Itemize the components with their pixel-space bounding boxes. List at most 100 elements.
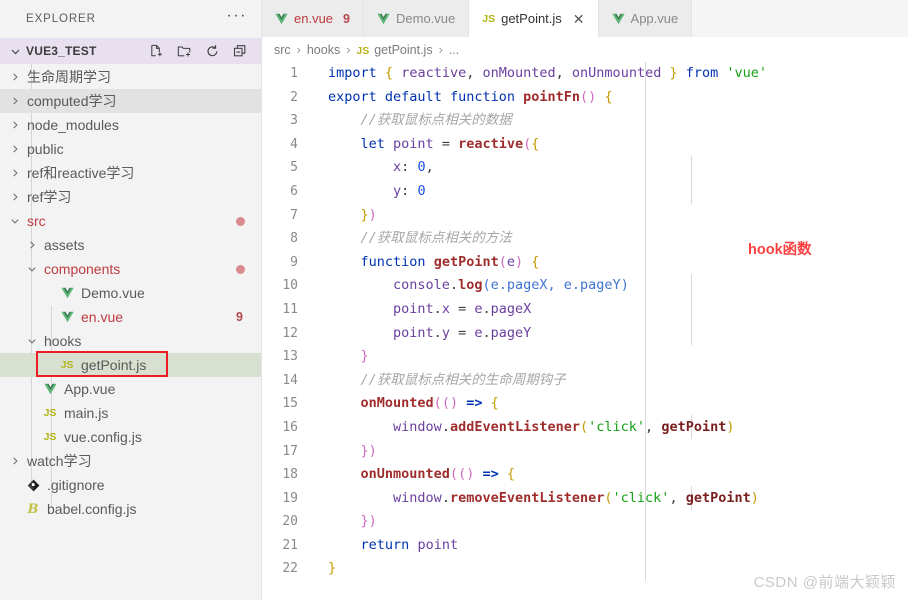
code-line[interactable]: 13 } — [262, 345, 908, 369]
code-token: ( — [498, 253, 507, 270]
tree-folder-hooks[interactable]: hooks — [0, 329, 261, 353]
chevron-right-icon[interactable] — [6, 72, 23, 82]
tree-folder-watch[interactable]: watch学习 — [0, 449, 261, 473]
tree-folder-node_modules[interactable]: node_modules — [0, 113, 261, 137]
code-line[interactable]: 11 point.x = e.pageX — [262, 298, 908, 322]
tree-file-babel.config.js[interactable]: Bbabel.config.js — [0, 497, 261, 521]
code-line[interactable]: 17 }) — [262, 440, 908, 464]
code-token: pageY — [490, 324, 532, 341]
code-line[interactable]: 6 y: 0 — [262, 180, 908, 204]
editor-tab-appvue[interactable]: App.vue — [598, 0, 693, 37]
tree-folder-src[interactable]: src — [0, 209, 261, 233]
breadcrumb[interactable]: src › hooks › JS getPoint.js ›... — [262, 37, 908, 62]
chevron-down-icon[interactable] — [23, 264, 40, 274]
tree-folder-assets[interactable]: assets — [0, 233, 261, 257]
tree-file-main.js[interactable]: JS main.js — [0, 401, 261, 425]
breadcrumb-segment[interactable]: hooks — [307, 43, 340, 57]
file-tree[interactable]: 生命周期学习 computed学习 node_modulespublic ref和re… — [0, 64, 261, 600]
code-line[interactable]: 14 //获取鼠标点相关的生命周期钩子 — [262, 369, 908, 393]
code-line[interactable]: 16 window.addEventListener('click', getP… — [262, 416, 908, 440]
tree-file-app.vue[interactable]: App.vue — [0, 377, 261, 401]
code-line[interactable]: 18 onUnmounted(() => { — [262, 463, 908, 487]
line-number: 3 — [290, 113, 298, 129]
code-line[interactable]: 1 import { reactive, onMounted, onUnmount… — [262, 62, 908, 86]
workspace-root-row[interactable]: VUE3_TEST — [0, 38, 261, 64]
code-token: 'click' — [588, 418, 646, 435]
chevron-right-icon[interactable] — [6, 144, 23, 154]
code-token: . — [449, 277, 459, 294]
tree-item-label: .gitignore — [47, 477, 105, 493]
code-token: , — [466, 65, 483, 81]
code-line[interactable]: 15 onMounted(() => { — [262, 392, 908, 416]
breadcrumb-segment[interactable]: getPoint.js — [374, 43, 432, 57]
chevron-down-icon[interactable] — [6, 42, 24, 60]
chevron-right-icon[interactable] — [6, 120, 23, 130]
line-number: 10 — [282, 278, 298, 294]
chevron-right-icon[interactable] — [23, 240, 40, 250]
code-line[interactable]: 3 //获取鼠标点相关的数据 — [262, 109, 908, 133]
tree-file-getpoint.js[interactable]: JS getPoint.js — [0, 353, 261, 377]
refresh-icon[interactable] — [204, 43, 221, 60]
tree-file-en.vue[interactable]: en.vue 9 — [0, 305, 261, 329]
code-line[interactable]: 5 x: 0, — [262, 156, 908, 180]
chevron-right-icon[interactable] — [6, 96, 23, 106]
tree-file-demo.vue[interactable]: Demo.vue — [0, 281, 261, 305]
chevron-right-icon[interactable] — [6, 192, 23, 202]
chevron-down-icon[interactable] — [6, 216, 23, 226]
code-line[interactable]: 19 window.removeEventListener('click', g… — [262, 487, 908, 511]
code-line[interactable]: 12 point.y = e.pageY — [262, 322, 908, 346]
tree-folder-components[interactable]: components — [0, 257, 261, 281]
tree-folder-refreactive[interactable]: ref和reactive学习 — [0, 161, 261, 185]
vue-icon — [377, 13, 390, 25]
code-line[interactable]: 10 console.log(e.pageX, e.pageY) — [262, 274, 908, 298]
breadcrumb-segment[interactable]: src — [274, 43, 291, 57]
code-token: onUnmounted — [571, 65, 662, 81]
annotation-label: hook函数 — [748, 242, 812, 258]
code-line[interactable]: 7 }) — [262, 204, 908, 228]
tree-folder-computed[interactable]: computed学习 — [0, 89, 261, 113]
code-editor[interactable]: 1 import { reactive, onMounted, onUnmount… — [262, 62, 908, 600]
code-token: pointFn — [523, 88, 581, 105]
tree-item-label: src — [27, 213, 46, 229]
code-token: = — [449, 300, 475, 317]
line-number: 19 — [282, 490, 298, 506]
code-token: getPoint — [685, 489, 751, 506]
workspace-name: VUE3_TEST — [26, 44, 97, 58]
new-folder-icon[interactable] — [176, 43, 193, 60]
tree-file-.gitignore[interactable]: .gitignore — [0, 473, 261, 497]
code-token: } — [360, 348, 369, 365]
explorer-sidebar: EXPLORER ··· VUE3_TEST 生命周期学习 computed学习… — [0, 0, 262, 600]
tree-item-label: computed学习 — [27, 93, 117, 109]
code-line[interactable]: 21 return point — [262, 534, 908, 558]
code-token: { — [604, 88, 613, 105]
editor-tabbar[interactable]: en.vue 9 Demo.vue JS getPoint.js ✕ App.vue — [262, 0, 908, 37]
editor-tab-envue[interactable]: en.vue 9 — [262, 0, 364, 37]
code-line[interactable]: 2 export default function pointFn() { — [262, 86, 908, 110]
tree-file-vue.config.js[interactable]: JS vue.config.js — [0, 425, 261, 449]
close-icon[interactable]: ✕ — [573, 12, 585, 26]
code-line-text: console.log(e.pageX, e.pageY) — [306, 274, 908, 298]
code-line[interactable]: 4 let point = reactive({ — [262, 133, 908, 157]
breadcrumb-segment[interactable]: ... — [449, 43, 459, 57]
tree-item-label: main.js — [64, 405, 109, 421]
editor-tab-getpointjs[interactable]: JS getPoint.js ✕ — [469, 0, 599, 37]
code-token: //获取鼠标点相关的方法 — [328, 230, 512, 247]
code-line[interactable]: 20 }) — [262, 510, 908, 534]
tree-folder-[interactable]: 生命周期学习 — [0, 65, 261, 89]
chevron-down-icon[interactable] — [23, 336, 40, 346]
editor-tab-demovue[interactable]: Demo.vue — [364, 0, 470, 37]
new-file-icon[interactable] — [148, 43, 165, 60]
chevron-right-icon[interactable] — [6, 168, 23, 178]
tree-folder-ref[interactable]: ref学习 — [0, 185, 261, 209]
tree-folder-public[interactable]: public — [0, 137, 261, 161]
line-number: 16 — [282, 419, 298, 435]
more-actions-icon[interactable]: ··· — [227, 8, 247, 26]
chevron-right-icon[interactable] — [6, 456, 23, 466]
vue-icon — [275, 13, 288, 25]
collapse-all-icon[interactable] — [232, 43, 249, 60]
code-token: let — [360, 135, 385, 152]
tree-item-label: node_modules — [27, 117, 119, 133]
